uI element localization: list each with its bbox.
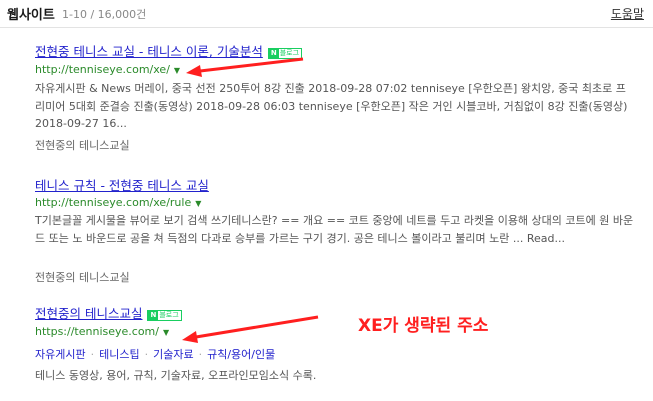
annotation-overlay <box>182 57 319 343</box>
red-arrow-icon <box>182 315 319 343</box>
annotation-label: XE가 생략된 주소 <box>358 316 489 336</box>
red-arrow-icon <box>186 57 304 77</box>
